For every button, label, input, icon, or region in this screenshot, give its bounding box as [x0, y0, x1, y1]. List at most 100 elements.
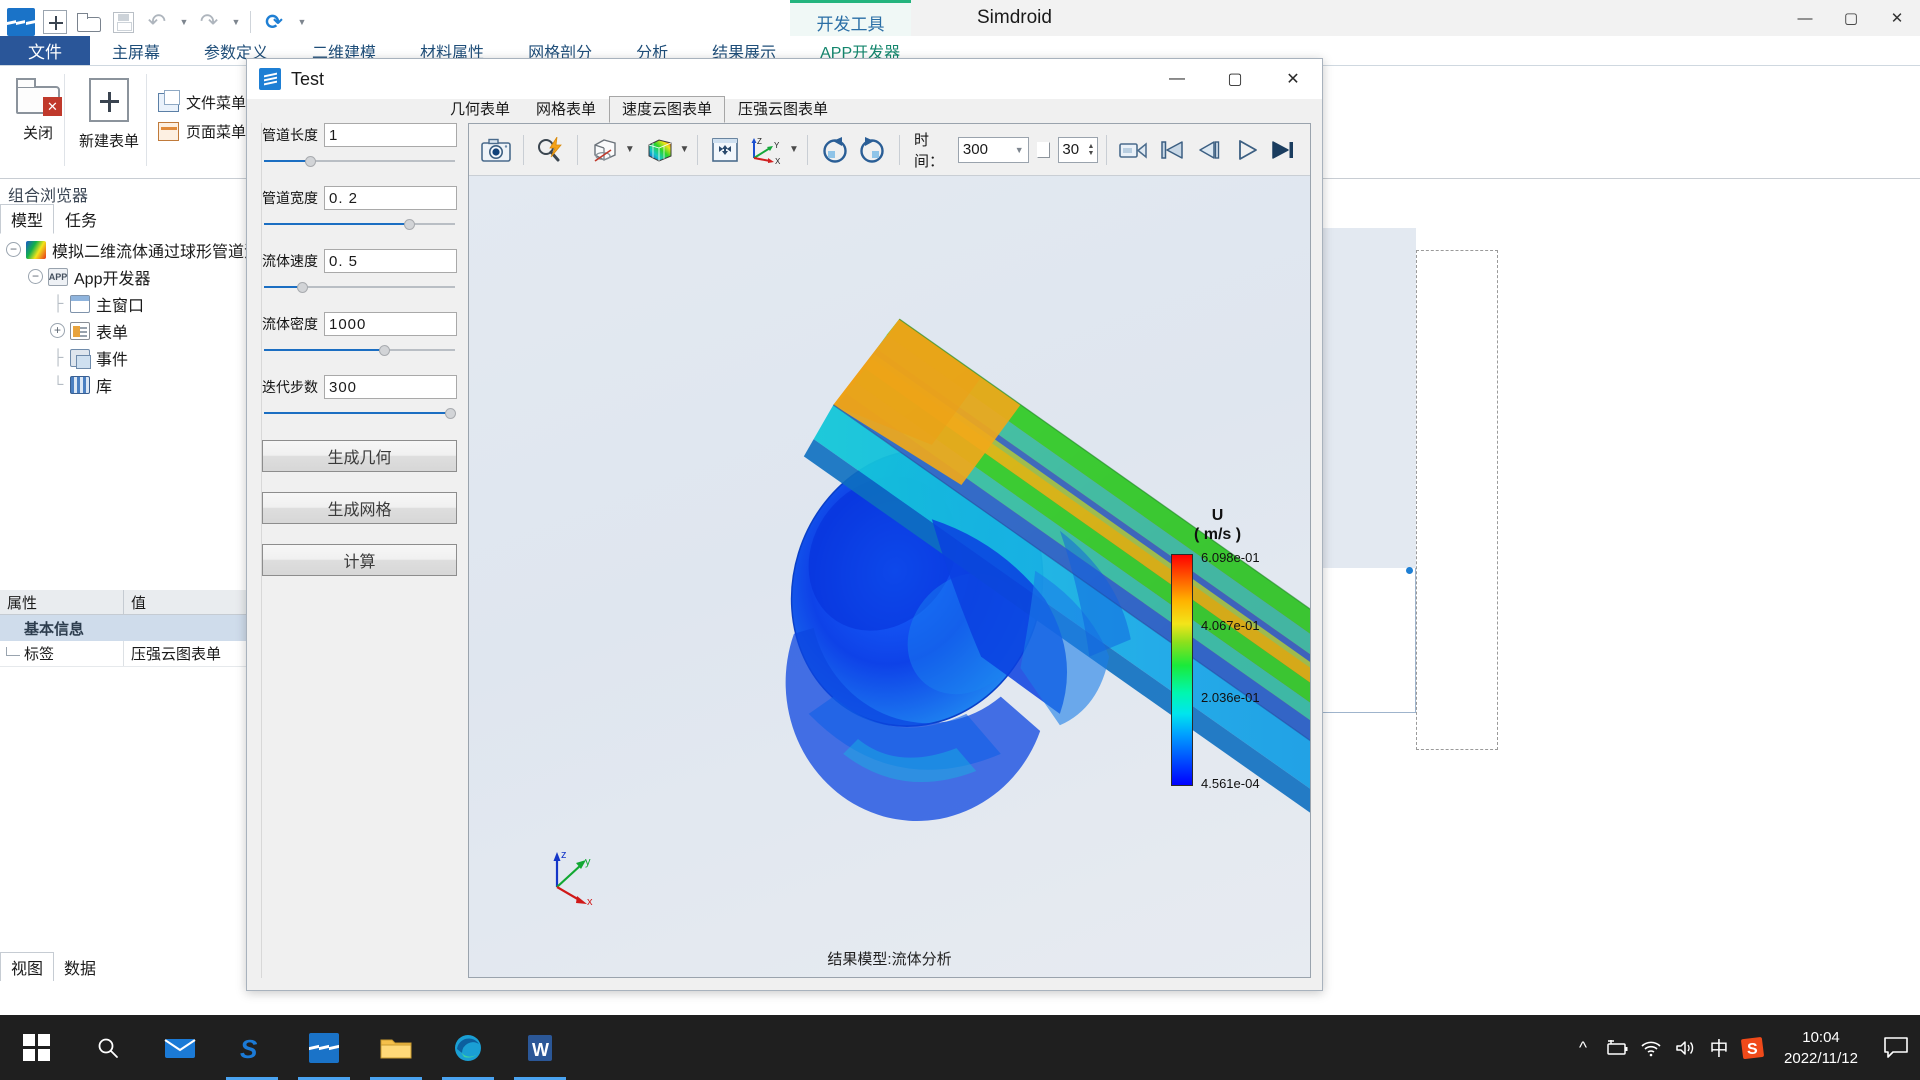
generate-geometry-button[interactable]: 生成几何: [262, 440, 457, 472]
undo-icon[interactable]: ↶: [140, 5, 174, 39]
new-form-button[interactable]: 新建表单: [70, 68, 148, 151]
fluid-velocity-slider[interactable]: [262, 280, 457, 294]
viewport-3d[interactable]: z y x U ( m/s ) 6.098e-01 4.067e-01 2.03…: [469, 176, 1310, 977]
tab-geometry-form[interactable]: 几何表单: [437, 96, 523, 123]
sogou-ime-button[interactable]: S: [1736, 1035, 1770, 1061]
clock[interactable]: 10:04 2022/11/12: [1770, 1027, 1872, 1069]
ime-indicator[interactable]: 中: [1702, 1034, 1736, 1061]
file-explorer-button[interactable]: [360, 1015, 432, 1080]
fluid-density-slider[interactable]: [262, 343, 457, 357]
notifications-button[interactable]: [1872, 1036, 1920, 1060]
play-icon[interactable]: [1230, 130, 1264, 170]
pipe-length-slider[interactable]: [262, 154, 457, 168]
mail-button[interactable]: [144, 1015, 216, 1080]
simdroid-taskbar-button[interactable]: S: [216, 1015, 288, 1080]
time-combo[interactable]: 300 ▼: [957, 136, 1029, 163]
pipe-width-input[interactable]: 0. 2: [324, 186, 457, 210]
iteration-steps-input[interactable]: 300: [324, 375, 457, 399]
dialog-minimize-button[interactable]: —: [1148, 59, 1206, 99]
battery-button[interactable]: [1600, 1039, 1634, 1057]
dialog-maximize-button[interactable]: ▢: [1206, 59, 1264, 99]
page-menu-button[interactable]: 页面菜单: [152, 117, 252, 146]
generate-mesh-button[interactable]: 生成网格: [262, 492, 457, 524]
first-frame-icon[interactable]: [1155, 130, 1189, 170]
tab-view[interactable]: 视图: [0, 952, 55, 981]
collapse-icon[interactable]: −: [28, 269, 43, 284]
window-maximize-button[interactable]: ▢: [1828, 0, 1874, 36]
screenshot-icon[interactable]: [479, 130, 513, 170]
edge-button[interactable]: [432, 1015, 504, 1080]
axis-orientation-icon[interactable]: Z Y X: [746, 130, 786, 170]
svg-text:S: S: [240, 1034, 258, 1063]
dialog-title-bar[interactable]: Test — ▢ ✕: [247, 59, 1322, 99]
viewer-footer-label: 结果模型:流体分析: [827, 951, 952, 968]
file-menu-button[interactable]: 文件菜单: [152, 88, 252, 117]
table-row[interactable]: 标签 压强云图表单: [0, 641, 246, 667]
visibility-icon[interactable]: [588, 130, 622, 170]
tab-mesh-form[interactable]: 网格表单: [523, 96, 609, 123]
search-button[interactable]: [72, 1015, 144, 1080]
app-logo-icon[interactable]: [4, 5, 38, 39]
tree-item-app-developer[interactable]: − APP App开发器: [0, 263, 246, 290]
fit-view-icon[interactable]: [708, 130, 742, 170]
wifi-button[interactable]: [1634, 1039, 1668, 1057]
redo-dropdown-icon[interactable]: ▼: [226, 5, 244, 39]
iteration-steps-slider[interactable]: [262, 406, 457, 420]
refresh-icon[interactable]: ⟳: [257, 5, 291, 39]
fluid-velocity-input[interactable]: 0. 5: [324, 249, 457, 273]
frame-rate-spinner[interactable]: 30 ▲ ▼: [1058, 136, 1099, 163]
dialog-close-button[interactable]: ✕: [1264, 59, 1322, 99]
last-frame-icon[interactable]: [1266, 130, 1300, 170]
tree-item-forms[interactable]: + 表单: [0, 317, 246, 344]
window-close-button[interactable]: ✕: [1874, 0, 1920, 36]
window-minimize-button[interactable]: —: [1782, 0, 1828, 36]
tray-expand-button[interactable]: ^: [1566, 1038, 1600, 1058]
rotate-ccw-icon[interactable]: [855, 130, 889, 170]
colormap-dropdown-icon[interactable]: ▼: [679, 144, 689, 155]
toolbar-overflow-icon[interactable]: ▼: [291, 5, 311, 39]
undo-dropdown-icon[interactable]: ▼: [174, 5, 192, 39]
parameter-fluid-density: 流体密度 1000: [262, 312, 457, 357]
colormap-icon[interactable]: [643, 130, 677, 170]
tab-data[interactable]: 数据: [54, 953, 106, 981]
word-button[interactable]: W: [504, 1015, 576, 1080]
fluid-density-input[interactable]: 1000: [324, 312, 457, 336]
tab-velocity-contour-form[interactable]: 速度云图表单: [609, 96, 726, 123]
collapse-icon[interactable]: −: [6, 242, 21, 257]
clock-date: 2022/11/12: [1784, 1049, 1858, 1067]
simdroid-dev-taskbar-button[interactable]: [288, 1015, 360, 1080]
tree-item-model[interactable]: − 模拟二维流体通过球形管道流动: [0, 236, 246, 263]
start-button[interactable]: [0, 1015, 72, 1080]
tree-item-library[interactable]: └ 库: [0, 371, 246, 398]
save-icon[interactable]: [106, 5, 140, 39]
tree-item-main-window[interactable]: ├ 主窗口: [0, 290, 246, 317]
ribbon-tab-home[interactable]: 主屏幕: [90, 36, 182, 65]
tab-pressure-contour-form[interactable]: 压强云图表单: [725, 96, 841, 123]
svg-text:z: z: [561, 849, 567, 861]
parameter-label: 流体速度: [262, 253, 318, 269]
spinner-arrows-icon[interactable]: ▲ ▼: [1088, 143, 1095, 157]
rotate-cw-icon[interactable]: [818, 130, 852, 170]
pipe-length-input[interactable]: 1: [324, 123, 457, 147]
tree-branch-icon: [6, 647, 20, 656]
compute-button[interactable]: 计算: [262, 544, 457, 576]
properties-group-basic-info[interactable]: 基本信息: [0, 615, 246, 641]
new-icon[interactable]: [38, 5, 72, 39]
visibility-dropdown-icon[interactable]: ▼: [625, 144, 635, 155]
browser-tab-task[interactable]: 任务: [54, 204, 108, 234]
tree-item-events[interactable]: ├ 事件: [0, 344, 246, 371]
close-button[interactable]: ✕ 关闭: [6, 68, 70, 143]
open-icon[interactable]: [72, 5, 106, 39]
pipe-width-slider[interactable]: [262, 217, 457, 231]
expand-icon[interactable]: +: [50, 323, 65, 338]
prev-frame-icon[interactable]: [1193, 130, 1227, 170]
volume-button[interactable]: [1668, 1039, 1702, 1057]
loop-checkbox[interactable]: [1036, 141, 1051, 158]
browser-tab-model[interactable]: 模型: [0, 204, 55, 234]
ribbon-tab-file[interactable]: 文件: [0, 36, 90, 65]
axis-orientation-dropdown-icon[interactable]: ▼: [789, 144, 799, 155]
record-icon[interactable]: [1117, 130, 1151, 170]
redo-icon[interactable]: ↷: [192, 5, 226, 39]
zoom-query-icon[interactable]: [534, 130, 568, 170]
property-value-cell[interactable]: 压强云图表单: [124, 641, 246, 666]
